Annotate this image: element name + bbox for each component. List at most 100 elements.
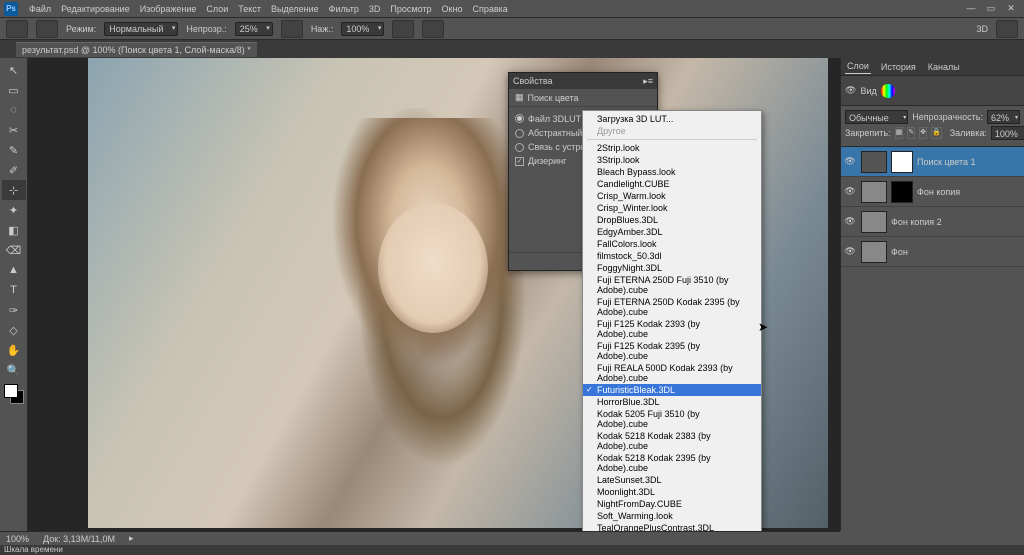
lut-menu-item[interactable]: NightFromDay.CUBE: [583, 498, 761, 510]
lut-menu-item[interactable]: Fuji ETERNA 250D Fuji 3510 (by Adobe).cu…: [583, 274, 761, 296]
minimize-button[interactable]: —: [962, 2, 980, 14]
3d-label[interactable]: 3D: [976, 24, 988, 34]
lut-menu-item[interactable]: Moonlight.3DL: [583, 486, 761, 498]
menu-edit[interactable]: Редактирование: [56, 4, 135, 14]
menu-file[interactable]: Файл: [24, 4, 56, 14]
maximize-button[interactable]: ▭: [982, 2, 1000, 14]
eraser-tool[interactable]: ⌫: [2, 240, 26, 260]
layer-name[interactable]: Фон копия: [917, 187, 1022, 197]
hand-tool[interactable]: ✋: [2, 340, 26, 360]
lock-all-icon[interactable]: 🔒: [931, 127, 942, 139]
pen-tool[interactable]: ▲: [2, 260, 26, 280]
lut-menu-item[interactable]: EdgyAmber.3DL: [583, 226, 761, 238]
healing-tool[interactable]: ✐: [2, 160, 26, 180]
layer-thumb[interactable]: [861, 211, 887, 233]
layer-row[interactable]: 👁 Фон: [841, 237, 1024, 267]
visibility-icon[interactable]: 👁: [843, 186, 857, 197]
lut-menu-item[interactable]: Crisp_Warm.look: [583, 190, 761, 202]
layer-opacity-dropdown[interactable]: 62%: [987, 110, 1020, 124]
tab-history[interactable]: История: [879, 60, 918, 74]
pressure-size-icon[interactable]: [422, 20, 444, 38]
layer-thumb[interactable]: [861, 241, 887, 263]
lut-menu-item[interactable]: Bleach Bypass.look: [583, 166, 761, 178]
lut-menu-item[interactable]: Kodak 5218 Kodak 2383 (by Adobe).cube: [583, 430, 761, 452]
visibility-icon[interactable]: 👁: [843, 246, 857, 257]
zoom-tool[interactable]: 🔍: [2, 360, 26, 380]
lock-transparency-icon[interactable]: ▦: [895, 127, 904, 139]
layer-row[interactable]: 👁 Фон копия 2: [841, 207, 1024, 237]
layer-thumb[interactable]: [861, 181, 887, 203]
lut-menu-item[interactable]: DropBlues.3DL: [583, 214, 761, 226]
lut-menu-item[interactable]: Fuji REALA 500D Kodak 2393 (by Adobe).cu…: [583, 362, 761, 384]
lut-menu-item[interactable]: Fuji ETERNA 250D Kodak 2395 (by Adobe).c…: [583, 296, 761, 318]
menu-select[interactable]: Выделение: [266, 4, 324, 14]
menu-item-load[interactable]: Загрузка 3D LUT...: [583, 113, 761, 125]
lock-position-icon[interactable]: ✥: [919, 127, 927, 139]
menu-help[interactable]: Справка: [467, 4, 512, 14]
lut-menu-item[interactable]: Candlelight.CUBE: [583, 178, 761, 190]
eye-icon[interactable]: 👁: [845, 85, 856, 96]
lut-menu-item[interactable]: LateSunset.3DL: [583, 474, 761, 486]
lut-menu-item[interactable]: 2Strip.look: [583, 142, 761, 154]
shape-tool[interactable]: ◇: [2, 320, 26, 340]
lut-menu-item[interactable]: Fuji F125 Kodak 2393 (by Adobe).cube: [583, 318, 761, 340]
panel-header[interactable]: Свойства ▸≡: [509, 73, 657, 89]
dither-checkbox[interactable]: ✓: [515, 157, 524, 166]
adjustment-icon[interactable]: [881, 84, 895, 98]
marquee-tool[interactable]: ▭: [2, 80, 26, 100]
lut-menu-item[interactable]: FallColors.look: [583, 238, 761, 250]
radio-abstract[interactable]: [515, 129, 524, 138]
brush-preset-icon[interactable]: [36, 20, 58, 38]
lut-menu-item[interactable]: FuturisticBleak.3DL: [583, 384, 761, 396]
tab-channels[interactable]: Каналы: [926, 60, 962, 74]
panel-menu-icon[interactable]: ▸≡: [643, 76, 653, 87]
lut-menu-item[interactable]: Crisp_Winter.look: [583, 202, 761, 214]
layer-thumb[interactable]: [861, 151, 887, 173]
layer-name[interactable]: Фон: [891, 247, 1022, 257]
stamp-tool[interactable]: ✦: [2, 200, 26, 220]
visibility-icon[interactable]: 👁: [843, 216, 857, 227]
lut-menu-item[interactable]: Kodak 5205 Fuji 3510 (by Adobe).cube: [583, 408, 761, 430]
lut-menu-item[interactable]: Kodak 5218 Kodak 2395 (by Adobe).cube: [583, 452, 761, 474]
layer-name[interactable]: Поиск цвета 1: [917, 157, 1022, 167]
lut-menu-item[interactable]: HorrorBlue.3DL: [583, 396, 761, 408]
blend-mode-dropdown[interactable]: Обычные: [845, 110, 908, 124]
lut-menu-item[interactable]: FoggyNight.3DL: [583, 262, 761, 274]
menu-filter[interactable]: Фильтр: [324, 4, 364, 14]
layer-row[interactable]: 👁 Фон копия: [841, 177, 1024, 207]
menu-view[interactable]: Просмотр: [385, 4, 436, 14]
mode-dropdown[interactable]: Нормальный: [104, 22, 178, 36]
lut-menu-item[interactable]: Soft_Warming.look: [583, 510, 761, 522]
menu-window[interactable]: Окно: [437, 4, 468, 14]
move-tool[interactable]: ↖: [2, 60, 26, 80]
layer-row[interactable]: 👁 Поиск цвета 1: [841, 147, 1024, 177]
pressure-opacity-icon[interactable]: [281, 20, 303, 38]
zoom-level[interactable]: 100%: [6, 534, 29, 544]
layer-name[interactable]: Фон копия 2: [891, 217, 1022, 227]
lock-pixels-icon[interactable]: ✎: [907, 127, 915, 139]
fill-dropdown[interactable]: 100%: [991, 126, 1024, 140]
tool-preset-icon[interactable]: [6, 20, 28, 38]
layer-mask[interactable]: [891, 151, 913, 173]
visibility-icon[interactable]: 👁: [843, 156, 857, 167]
flow-dropdown[interactable]: 100%: [341, 22, 384, 36]
timeline-bar[interactable]: Шкала времени: [0, 545, 1024, 555]
menu-text[interactable]: Текст: [233, 4, 266, 14]
lut-menu-item[interactable]: filmstock_50.3dl: [583, 250, 761, 262]
airbrush-icon[interactable]: [392, 20, 414, 38]
lasso-tool[interactable]: ◌: [2, 100, 26, 120]
crop-tool[interactable]: ✂: [2, 120, 26, 140]
type-tool[interactable]: T: [2, 280, 26, 300]
document-tab[interactable]: результат.psd @ 100% (Поиск цвета 1, Сло…: [16, 42, 257, 57]
layer-mask[interactable]: [891, 181, 913, 203]
opacity-dropdown[interactable]: 25%: [235, 22, 273, 36]
close-button[interactable]: ✕: [1002, 2, 1020, 14]
radio-device[interactable]: [515, 143, 524, 152]
tab-layers[interactable]: Слои: [845, 59, 871, 74]
brush-tool[interactable]: ⊹: [2, 180, 26, 200]
lut-menu-item[interactable]: 3Strip.look: [583, 154, 761, 166]
path-tool[interactable]: ✑: [2, 300, 26, 320]
foreground-color[interactable]: [4, 384, 18, 398]
lut-menu-item[interactable]: Fuji F125 Kodak 2395 (by Adobe).cube: [583, 340, 761, 362]
color-swatches[interactable]: [4, 384, 24, 404]
